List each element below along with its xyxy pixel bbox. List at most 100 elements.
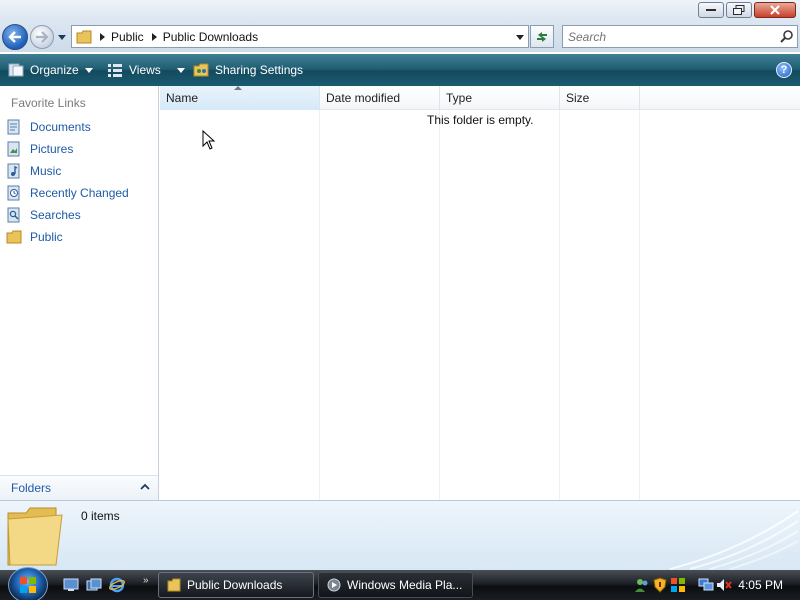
folder-icon [76, 30, 92, 43]
column-divider [639, 110, 640, 500]
minimize-icon [706, 9, 716, 11]
chevron-down-icon [176, 67, 185, 73]
views-icon [108, 64, 122, 77]
chevron-down-icon [84, 67, 93, 73]
search-box[interactable] [562, 25, 798, 48]
music-icon [7, 163, 20, 179]
decorative-swirl-icon [669, 510, 799, 570]
windows-logo-icon [20, 577, 36, 593]
folder-icon [6, 230, 22, 244]
refresh-icon [537, 31, 547, 42]
address-row: Public Public Downloads [0, 22, 800, 52]
breadcrumb-public[interactable]: Public [111, 30, 144, 44]
recently-changed-icon [7, 185, 20, 201]
volume-muted-icon[interactable] [716, 577, 732, 593]
forward-button[interactable] [30, 25, 54, 49]
views-label: Views [129, 63, 161, 77]
search-icon[interactable] [780, 30, 793, 43]
taskbar-button-label: Public Downloads [187, 578, 283, 592]
refresh-button[interactable] [530, 25, 554, 48]
back-button[interactable] [2, 24, 28, 50]
pictures-icon [7, 141, 20, 157]
close-icon [770, 5, 780, 15]
address-bar[interactable]: Public Public Downloads [71, 25, 529, 48]
recent-pages-dropdown[interactable] [57, 32, 67, 42]
organize-menu[interactable]: Organize [8, 54, 93, 86]
users-icon[interactable] [634, 577, 650, 593]
column-header-size[interactable]: Size [560, 86, 640, 110]
nav-item-pictures[interactable]: Pictures [0, 138, 158, 160]
windows-update-icon[interactable] [670, 577, 686, 593]
search-input[interactable] [563, 26, 763, 47]
column-divider [319, 110, 320, 500]
folders-toggle[interactable]: Folders [0, 475, 158, 500]
forward-arrow-icon [36, 31, 49, 43]
system-tray: 4:05 PM [628, 570, 800, 600]
nav-item-label: Public [30, 230, 63, 244]
switch-windows-icon[interactable] [85, 577, 103, 593]
chevron-down-icon [516, 34, 524, 40]
column-label: Type [446, 91, 473, 105]
column-header-name[interactable]: Name [160, 86, 320, 110]
file-list[interactable]: Name Date modified Type Size This folder… [160, 86, 800, 500]
nav-item-label: Recently Changed [30, 186, 129, 200]
clock[interactable]: 4:05 PM [738, 578, 783, 592]
media-player-icon [327, 578, 341, 592]
column-label: Size [566, 91, 590, 105]
show-desktop-icon[interactable] [62, 577, 80, 593]
folders-label: Folders [11, 481, 52, 495]
breadcrumb-arrow-icon [151, 32, 157, 41]
folder-icon [7, 507, 63, 566]
quick-launch-more-icon[interactable]: » [143, 575, 149, 586]
restore-icon [733, 5, 745, 15]
chevron-down-icon [58, 34, 66, 40]
chevron-up-icon [140, 483, 150, 490]
item-count: 0 items [81, 509, 120, 523]
nav-item-music[interactable]: Music [0, 160, 158, 182]
window-controls [698, 2, 796, 18]
organize-icon [8, 63, 24, 77]
searches-icon [7, 207, 20, 223]
mouse-cursor-icon [202, 130, 216, 150]
nav-item-label: Music [30, 164, 62, 178]
title-bar [0, 0, 800, 22]
column-label: Name [166, 91, 199, 105]
network-icon[interactable] [698, 577, 714, 593]
taskbar-button-label: Windows Media Pla... [347, 578, 463, 592]
security-shield-icon[interactable] [652, 577, 668, 593]
breadcrumb-arrow-icon [100, 32, 105, 41]
back-arrow-icon [8, 31, 21, 43]
nav-item-searches[interactable]: Searches [0, 204, 158, 226]
folder-icon [167, 578, 181, 592]
nav-item-label: Pictures [30, 142, 74, 156]
nav-item-label: Searches [30, 208, 81, 222]
command-bar: Organize Views Sharing Settings ? [0, 54, 800, 86]
sharing-label: Sharing Settings [215, 63, 304, 77]
column-divider [439, 110, 440, 500]
nav-item-public[interactable]: Public [0, 226, 158, 248]
address-dropdown[interactable] [514, 32, 526, 42]
taskbar-button-windows-media-player[interactable]: Windows Media Pla... [318, 572, 473, 598]
nav-item-recently-changed[interactable]: Recently Changed [0, 182, 158, 204]
minimize-button[interactable] [698, 2, 724, 18]
views-menu[interactable]: Views [107, 54, 185, 86]
help-icon[interactable]: ? [776, 62, 792, 78]
close-button[interactable] [754, 2, 796, 18]
column-header-type[interactable]: Type [440, 86, 560, 110]
taskbar-button-public-downloads[interactable]: Public Downloads [158, 572, 314, 598]
details-pane: 0 items [0, 500, 800, 570]
column-headers: Name Date modified Type Size [160, 86, 800, 110]
sharing-settings-button[interactable]: Sharing Settings [193, 54, 303, 86]
internet-explorer-icon[interactable] [108, 577, 126, 593]
column-header-date-modified[interactable]: Date modified [320, 86, 440, 110]
empty-folder-message: This folder is empty. [427, 113, 534, 127]
navigation-pane: Favorite Links Documents Pictures Music … [0, 86, 159, 500]
maximize-button[interactable] [726, 2, 752, 18]
nav-item-documents[interactable]: Documents [0, 116, 158, 138]
sharing-icon [193, 63, 209, 77]
documents-icon [7, 119, 20, 135]
breadcrumb-public-downloads[interactable]: Public Downloads [163, 30, 258, 44]
sort-ascending-icon [234, 86, 242, 90]
column-label: Date modified [326, 91, 401, 105]
start-button[interactable] [8, 567, 48, 600]
